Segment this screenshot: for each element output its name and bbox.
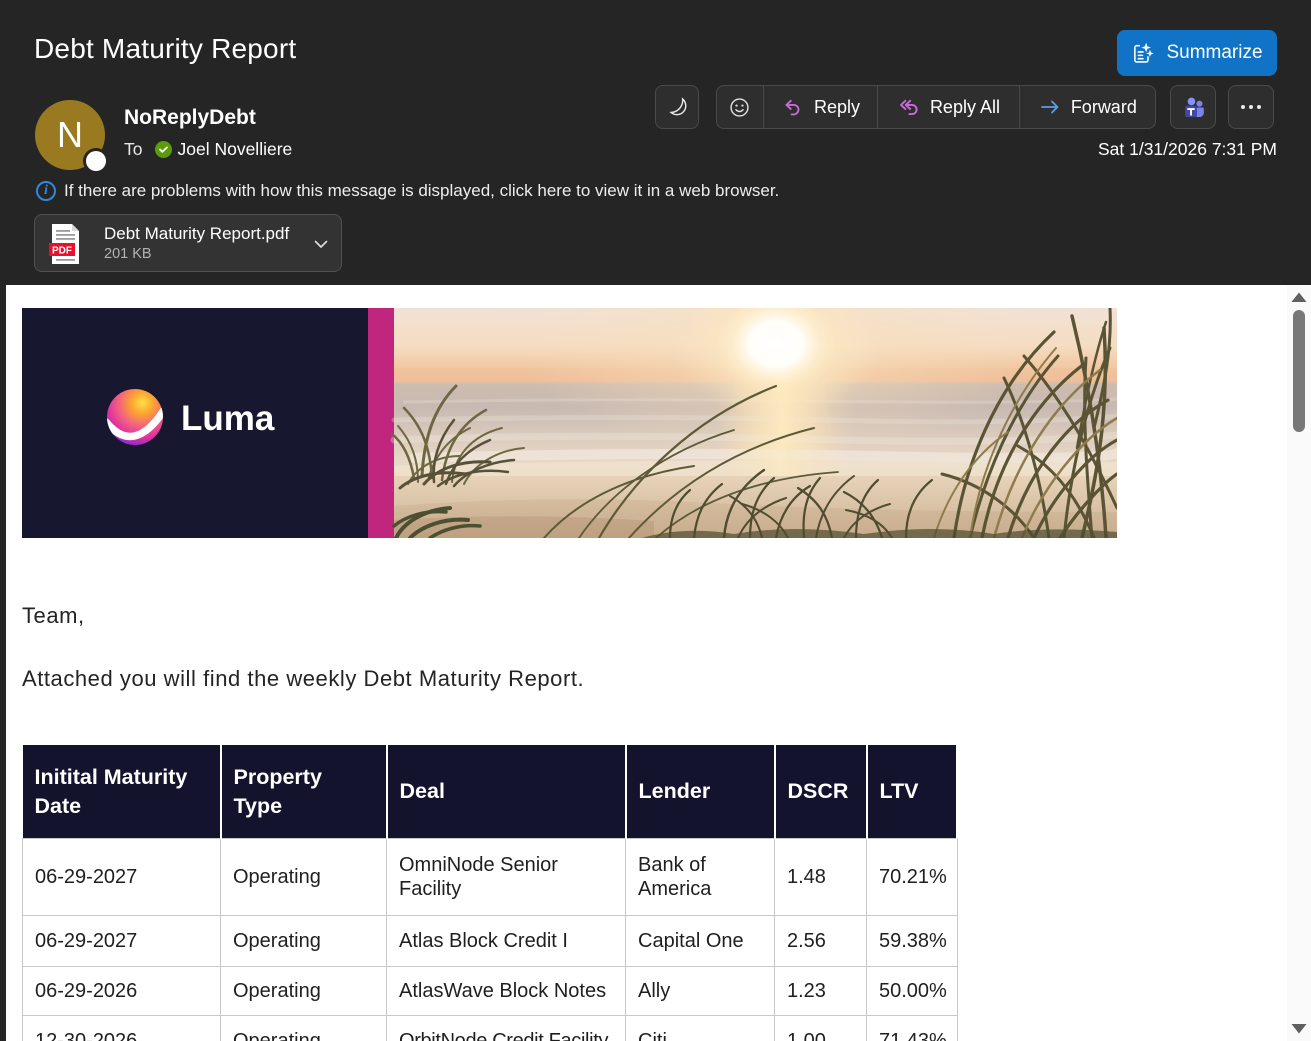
svg-text:PDF: PDF (52, 246, 72, 257)
svg-text:Luma: Luma (181, 399, 275, 438)
